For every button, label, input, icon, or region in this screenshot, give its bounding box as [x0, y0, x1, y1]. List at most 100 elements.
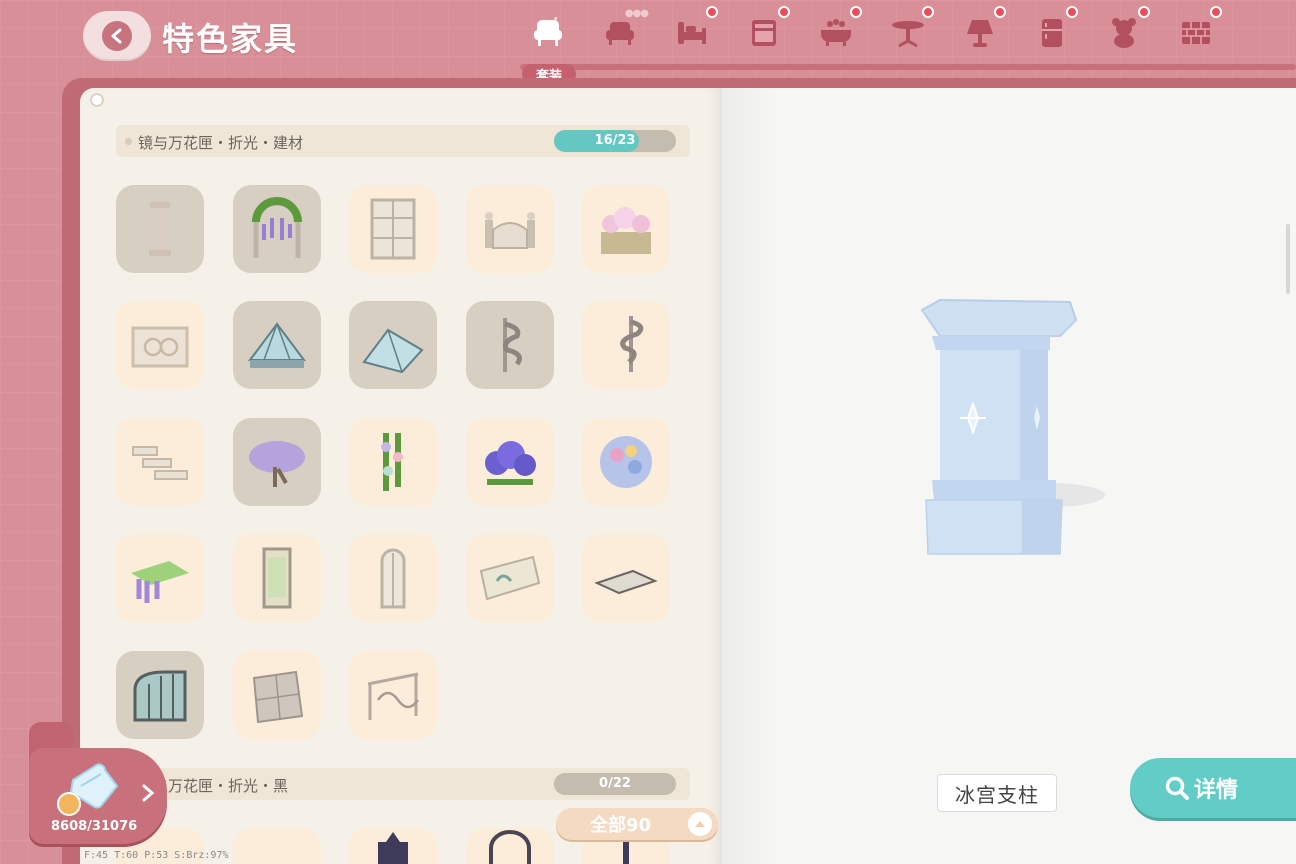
- detail-button-label: 详情: [1194, 778, 1239, 803]
- tab-teddy[interactable]: [1096, 6, 1152, 56]
- back-arrow-icon: [102, 21, 132, 51]
- notification-dot: [706, 6, 718, 18]
- grid-item[interactable]: [349, 418, 437, 506]
- spiral-stair-alt-icon: [620, 316, 644, 372]
- bed-icon: [678, 22, 706, 44]
- puzzle-count: 8608/31076: [51, 819, 138, 834]
- flower-platform-icon: [131, 561, 189, 603]
- grid-item[interactable]: [349, 185, 437, 273]
- lamp-icon: [967, 20, 993, 47]
- tab-table[interactable]: [880, 6, 936, 56]
- detail-button[interactable]: 详情: [1130, 758, 1296, 818]
- grid-item[interactable]: [116, 534, 204, 622]
- page-ring: [90, 93, 104, 107]
- grid-item[interactable]: [466, 185, 554, 273]
- grid-item[interactable]: [233, 828, 321, 864]
- grid-item[interactable]: [116, 418, 204, 506]
- scrollbar[interactable]: [1286, 224, 1290, 294]
- grid-item[interactable]: [466, 301, 554, 389]
- wisteria-tree-icon: [249, 441, 305, 487]
- notification-dot: [850, 6, 862, 18]
- notification-dot: [1138, 6, 1150, 18]
- mirror-icon: [489, 830, 531, 864]
- window-icon: [370, 198, 416, 260]
- grid-item[interactable]: [349, 651, 437, 739]
- grid-item[interactable]: [582, 185, 670, 273]
- ice-pillar-preview: [920, 298, 1105, 555]
- page-title: 特色家具: [162, 20, 299, 58]
- section-name: 镜与万花匣・折光・建材: [138, 134, 304, 152]
- progress-text: 16/23: [594, 133, 636, 148]
- progress-text: 0/22: [599, 776, 631, 791]
- greenhouse-icon: [133, 670, 187, 722]
- castle-icon: [378, 832, 408, 864]
- carved-railing-icon: [131, 326, 189, 368]
- grid-item[interactable]: [233, 301, 321, 389]
- sofa-icon: [606, 22, 634, 45]
- grid-item[interactable]: [233, 418, 321, 506]
- grid-item[interactable]: [233, 534, 321, 622]
- grid-item[interactable]: [349, 828, 437, 864]
- column-icon: [149, 202, 171, 256]
- grid-item[interactable]: [466, 418, 554, 506]
- tab-set[interactable]: 套装: [520, 10, 576, 84]
- wall-panel-icon: [479, 555, 541, 601]
- tab-bed[interactable]: [664, 6, 720, 56]
- grid-item[interactable]: [233, 651, 321, 739]
- section-bullet: [125, 138, 132, 145]
- collection-progress: 16/23: [554, 130, 676, 152]
- tab-sofa[interactable]: ●●●: [592, 8, 649, 56]
- grid-item[interactable]: [582, 534, 670, 622]
- notification-dot: [994, 6, 1006, 18]
- chevron-up-icon: [688, 812, 712, 836]
- section-header: 镜与万花匣・折光・黑 0/22: [116, 768, 690, 800]
- tall-window-icon: [380, 548, 406, 609]
- tab-fridge[interactable]: [1024, 6, 1080, 56]
- grid-item[interactable]: [349, 534, 437, 622]
- grid-item[interactable]: [582, 301, 670, 389]
- tab-cabinet[interactable]: [736, 6, 792, 56]
- tab-wall[interactable]: [1168, 6, 1224, 56]
- notification-dot: [1066, 6, 1078, 18]
- grid-item[interactable]: [349, 301, 437, 389]
- tab-lamp[interactable]: [952, 6, 1008, 56]
- puzzle-widget[interactable]: 8608/31076: [29, 748, 167, 844]
- flower-planter-icon: [601, 207, 651, 254]
- tab-bathtub[interactable]: [808, 6, 864, 56]
- category-tabs: 套装 ●●●: [520, 0, 1296, 84]
- stone-steps-icon: [132, 446, 188, 480]
- table-icon: [892, 21, 924, 48]
- hanging-flowers-icon: [381, 433, 403, 491]
- glass-roof-icon: [248, 321, 306, 368]
- notification-dot: [922, 6, 934, 18]
- item-name-label: 冰宫支柱: [937, 774, 1057, 812]
- back-button[interactable]: [83, 11, 151, 61]
- collection-progress: 0/22: [554, 773, 676, 795]
- notification-dot: [778, 6, 790, 18]
- filter-all-button[interactable]: 全部90: [556, 808, 718, 840]
- filter-all-label: 全部90: [590, 815, 652, 836]
- more-dots-icon: ●●●: [624, 8, 649, 19]
- search-icon: [1165, 776, 1189, 800]
- gate-icon: [485, 212, 535, 249]
- grid-item[interactable]: [116, 651, 204, 739]
- grid-item[interactable]: [233, 185, 321, 273]
- chevron-right-icon: [142, 784, 155, 802]
- cabinet-icon: [752, 20, 776, 46]
- wisteria-arch-icon: [252, 197, 302, 258]
- brick-wall-icon: [1182, 22, 1210, 44]
- notification-dot: [1210, 6, 1222, 18]
- grid-item[interactable]: [116, 185, 204, 273]
- stone-floor-icon: [252, 670, 304, 724]
- top-bar: 特色家具 套装 ●●●: [0, 0, 1296, 84]
- hyacinth-bush-icon: [485, 441, 536, 485]
- stained-glass-door-icon: [262, 547, 292, 609]
- debug-text: F:45 T:60 P:53 S:Brz:97%: [84, 850, 229, 861]
- glass-roof-small-icon: [362, 328, 424, 374]
- grid-item[interactable]: [582, 418, 670, 506]
- grid-item[interactable]: [466, 828, 554, 864]
- coin-icon: [57, 792, 81, 816]
- section-header: 镜与万花匣・折光・建材 16/23: [116, 125, 690, 157]
- grid-item[interactable]: [466, 534, 554, 622]
- grid-item[interactable]: [116, 301, 204, 389]
